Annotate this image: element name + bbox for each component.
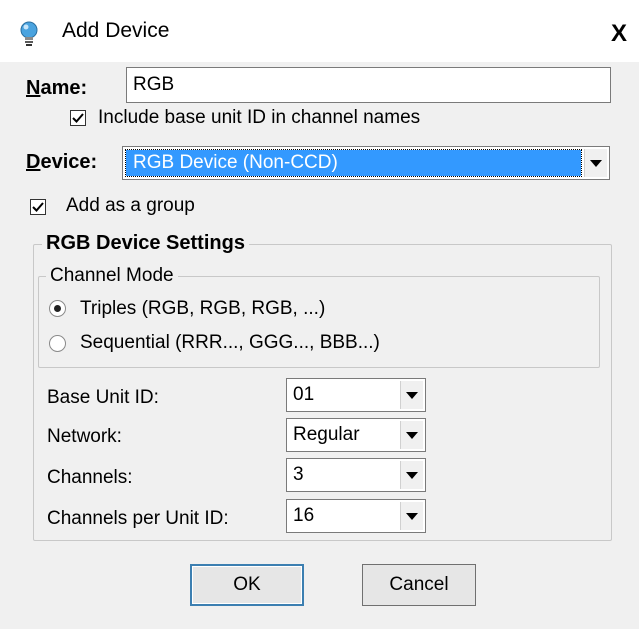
base-unit-id-value: 01 [293, 384, 315, 405]
cancel-button[interactable]: Cancel [362, 564, 476, 606]
radio-sequential[interactable] [49, 335, 66, 352]
base-unit-id-select[interactable]: 01 [286, 378, 426, 412]
network-value: Regular [293, 424, 360, 445]
channels-per-unit-select[interactable]: 16 [286, 499, 426, 533]
include-base-unit-label: Include base unit ID in channel names [98, 107, 421, 128]
channels-per-unit-label: Channels per Unit ID: [47, 508, 229, 529]
device-label: Device: [26, 151, 98, 173]
device-select[interactable]: RGB Device (Non-CCD) [122, 146, 610, 180]
lightbulb-icon [18, 20, 40, 48]
include-base-unit-checkbox[interactable] [70, 110, 86, 126]
channels-value: 3 [293, 464, 304, 485]
add-as-group-label: Add as a group [66, 195, 195, 216]
ok-button[interactable]: OK [190, 564, 304, 606]
base-unit-id-label: Base Unit ID: [47, 387, 159, 408]
chevron-down-icon[interactable] [400, 461, 423, 489]
close-button[interactable]: X [604, 20, 634, 48]
rgb-device-settings-title: RGB Device Settings [42, 232, 249, 255]
radio-selected-dot [54, 305, 61, 312]
radio-triples[interactable] [49, 300, 66, 317]
dialog-title: Add Device [62, 19, 170, 42]
chevron-down-icon[interactable] [400, 381, 423, 409]
title-bar: Add Device X [0, 0, 639, 62]
channels-per-unit-value: 16 [293, 505, 315, 526]
channel-mode-title: Channel Mode [46, 265, 178, 287]
channel-mode-group [38, 276, 600, 368]
device-selected-value: RGB Device (Non-CCD) [133, 152, 338, 173]
add-as-group-checkbox[interactable] [30, 199, 46, 215]
channels-select[interactable]: 3 [286, 458, 426, 492]
close-icon: X [610, 20, 627, 47]
chevron-down-icon[interactable] [400, 502, 423, 530]
network-select[interactable]: Regular [286, 418, 426, 452]
network-label: Network: [47, 426, 122, 447]
chevron-down-icon[interactable] [400, 421, 423, 449]
name-input[interactable]: RGB [126, 67, 611, 103]
chevron-down-icon[interactable] [584, 149, 607, 177]
channels-label: Channels: [47, 467, 133, 488]
name-label: Name: [26, 77, 88, 99]
radio-sequential-label: Sequential (RRR..., GGG..., BBB...) [80, 332, 380, 353]
radio-triples-label: Triples (RGB, RGB, RGB, ...) [80, 298, 326, 319]
